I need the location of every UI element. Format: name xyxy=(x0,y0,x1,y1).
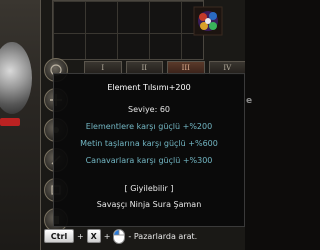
talisman-item-icon[interactable] xyxy=(193,6,223,36)
item-tooltip: Element Tılsımı+200 Seviye: 60 Elementle… xyxy=(53,73,245,227)
game-world-background xyxy=(0,0,40,250)
market-search-hint: Ctrl + X + - Pazarlarda arat. xyxy=(44,226,249,246)
item-level: Seviye: 60 xyxy=(127,105,171,114)
inventory-page-tabs: I II III IV xyxy=(84,61,246,75)
adjacent-window-edge: e xyxy=(245,0,255,250)
item-title: Element Tılsımı+200 xyxy=(107,83,191,92)
item-classes: Savaşçı Ninja Sura Şaman xyxy=(96,200,202,209)
mouse-icon xyxy=(113,228,126,244)
inventory-grid[interactable] xyxy=(52,0,204,60)
world-red-marker xyxy=(0,118,20,126)
plus-sign: + xyxy=(77,231,84,241)
x-key: X xyxy=(86,229,101,243)
stone-object xyxy=(0,42,32,114)
item-bonus: Metin taşlarına karşı güçlü +%600 xyxy=(80,139,218,148)
item-bonus: Canavarlara karşı güçlü +%300 xyxy=(85,156,213,165)
adjacent-window-letter: e xyxy=(246,96,253,106)
plus-sign: + xyxy=(103,231,111,241)
hint-text: - Pazarlarda arat. xyxy=(128,231,198,241)
ctrl-key: Ctrl xyxy=(44,229,74,243)
item-bonus: Elementlere karşı güçlü +%200 xyxy=(85,122,213,131)
item-wearable: [ Giyilebilir ] xyxy=(124,184,174,193)
